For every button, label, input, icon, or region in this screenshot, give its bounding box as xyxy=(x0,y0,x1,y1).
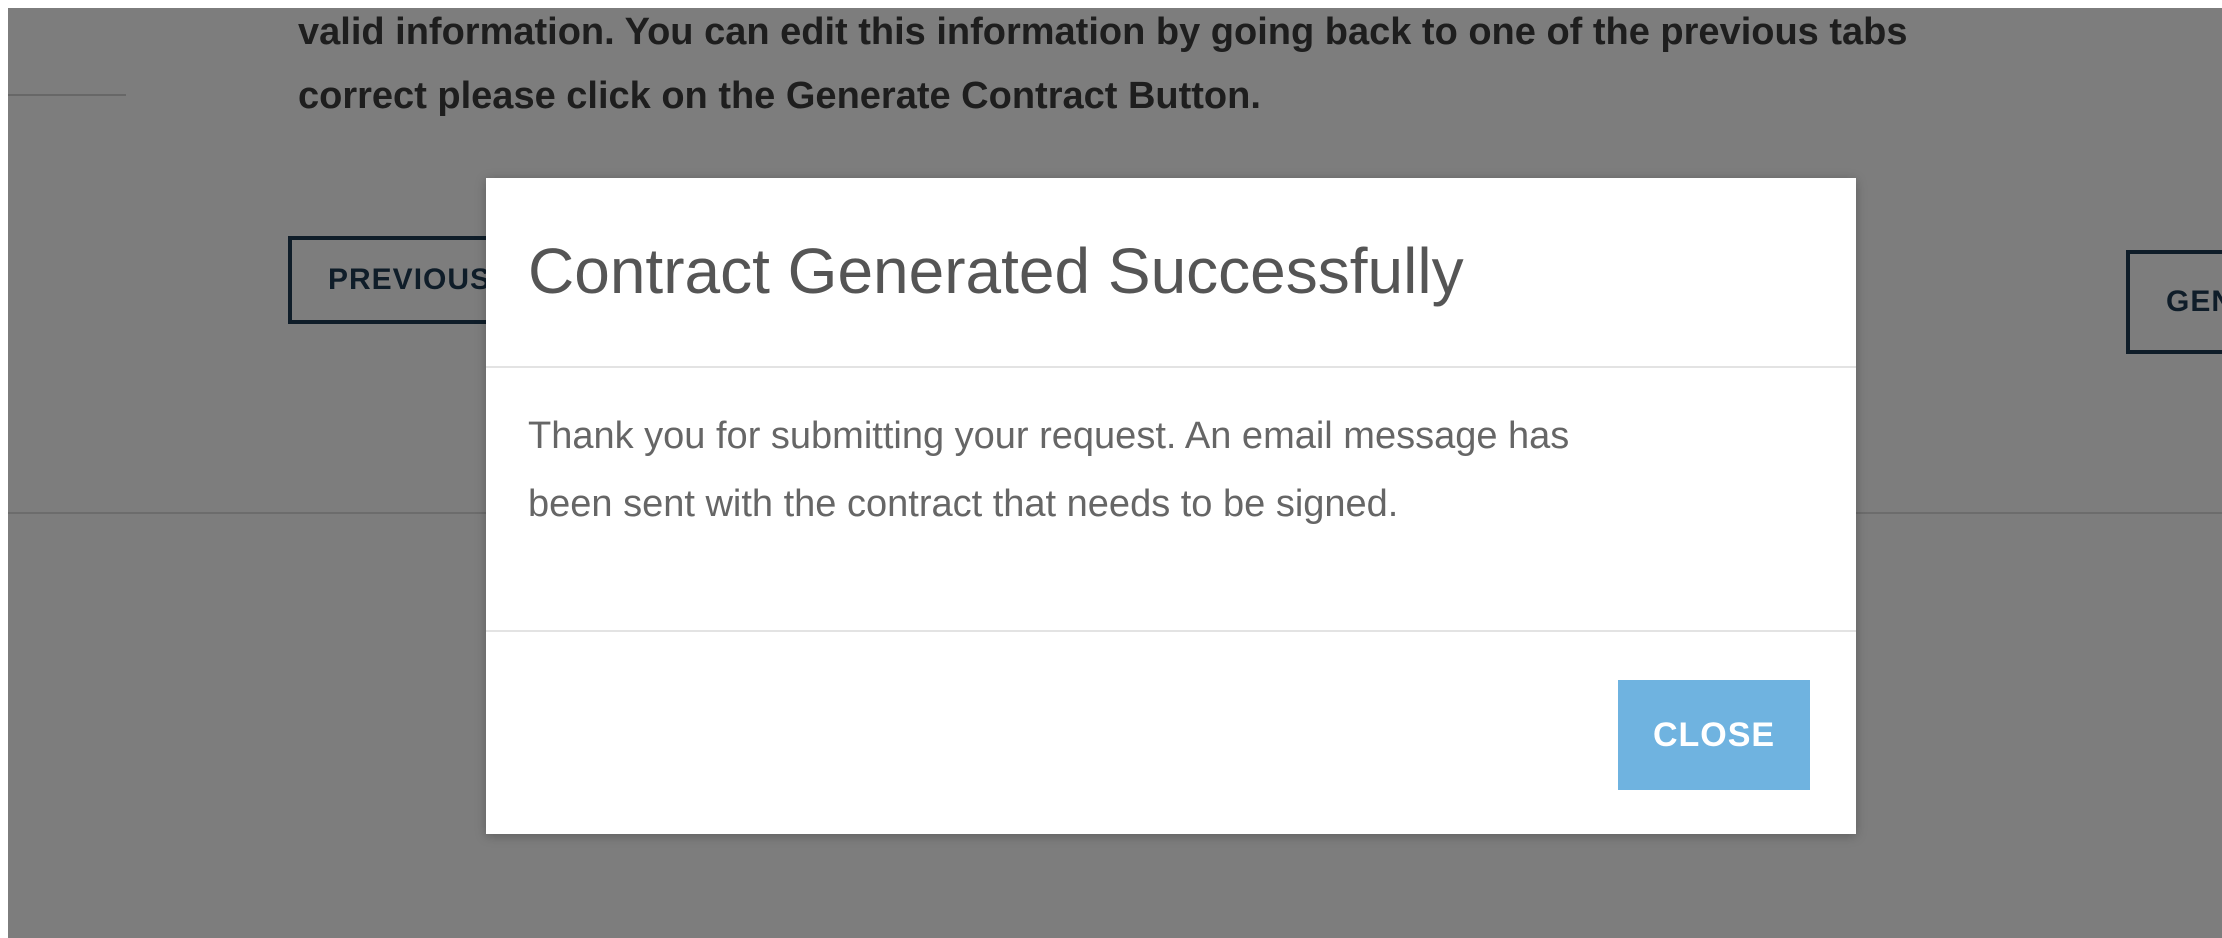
dialog-header: Contract Generated Successfully xyxy=(486,178,1856,368)
dialog-message-line-2: been sent with the contract that needs t… xyxy=(528,483,1399,525)
success-dialog: Contract Generated Successfully Thank yo… xyxy=(486,178,1856,834)
dialog-footer-divider xyxy=(486,630,1856,632)
dialog-title: Contract Generated Successfully xyxy=(528,235,1464,307)
screen: valid information. You can edit this inf… xyxy=(0,0,2222,938)
dialog-message: Thank you for submitting your request. A… xyxy=(528,402,1818,538)
dialog-message-line-1: Thank you for submitting your request. A… xyxy=(528,415,1570,457)
left-edge xyxy=(0,0,8,938)
top-edge xyxy=(0,0,2222,8)
close-button[interactable]: CLOSE xyxy=(1618,680,1810,790)
